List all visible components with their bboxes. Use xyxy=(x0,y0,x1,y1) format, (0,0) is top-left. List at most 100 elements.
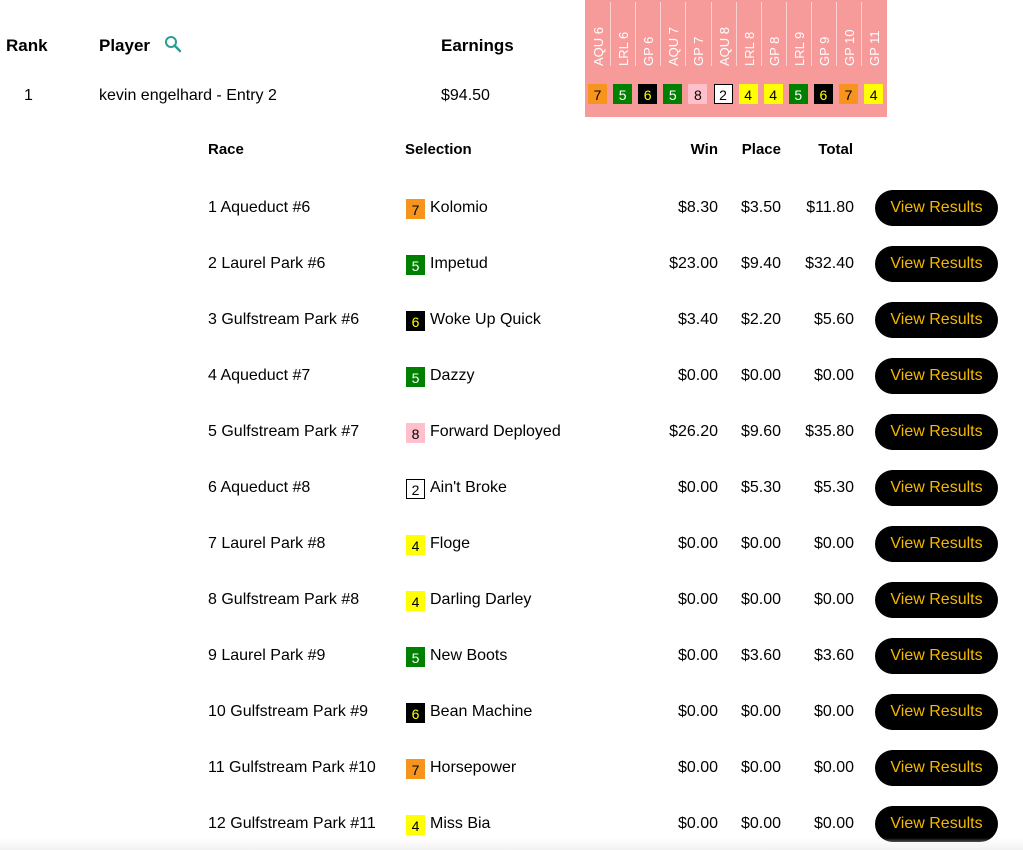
total-amount: $5.30 xyxy=(813,479,854,496)
race-column-label: LRL 6 xyxy=(616,31,632,66)
race-column-divider xyxy=(785,2,787,66)
total-amount: $0.00 xyxy=(813,367,854,384)
place-amount: $0.00 xyxy=(740,815,781,832)
race-name: 11 Gulfstream Park #10 xyxy=(208,759,376,776)
win-amount: $8.30 xyxy=(677,199,718,216)
win-amount: $0.00 xyxy=(677,535,718,552)
view-results-button[interactable]: View Results xyxy=(875,358,998,394)
race-column-label: LRL 8 xyxy=(741,31,757,66)
entry-pick-badge: 8 xyxy=(688,84,708,104)
win-amount: $0.00 xyxy=(677,647,718,664)
race-name: 3 Gulfstream Park #6 xyxy=(208,311,360,328)
earnings-header: Earnings xyxy=(441,36,514,55)
entry-pick-badge: 6 xyxy=(638,84,658,104)
win-amount: $0.00 xyxy=(677,815,718,832)
horse-name: Impetud xyxy=(430,255,488,272)
place-amount: $0.00 xyxy=(740,367,781,384)
race-column-divider xyxy=(760,2,762,66)
horse-name: Ain't Broke xyxy=(430,479,507,496)
total-amount: $0.00 xyxy=(813,759,854,776)
view-results-button[interactable]: View Results xyxy=(875,246,998,282)
race-name: 9 Laurel Park #9 xyxy=(208,647,326,664)
race-column-label: GP 6 xyxy=(641,36,657,66)
place-amount: $0.00 xyxy=(740,703,781,720)
race-column-divider xyxy=(810,2,812,66)
horse-name: Floge xyxy=(430,535,471,552)
race-column-label: AQU 6 xyxy=(591,26,606,66)
win-amount: $3.40 xyxy=(677,311,718,328)
entry-pick-badge: 7 xyxy=(588,84,607,104)
entry-rank: 1 xyxy=(24,87,33,104)
race-column-label: GP 9 xyxy=(816,36,832,66)
horse-name: Bean Machine xyxy=(430,703,533,720)
selection-column-header: Selection xyxy=(405,141,472,158)
place-amount: $3.50 xyxy=(740,199,781,216)
horse-name: Dazzy xyxy=(430,367,475,384)
saddle-number-badge: 5 xyxy=(406,255,425,275)
race-name: 1 Aqueduct #6 xyxy=(208,199,311,216)
view-results-button[interactable]: View Results xyxy=(875,694,998,730)
saddle-number-badge: 6 xyxy=(406,311,425,331)
saddle-number-badge: 2 xyxy=(406,479,425,499)
view-results-button[interactable]: View Results xyxy=(875,582,998,618)
view-results-button[interactable]: View Results xyxy=(875,638,998,674)
view-results-button[interactable]: View Results xyxy=(875,526,998,562)
place-amount: $3.60 xyxy=(740,647,781,664)
race-column-divider xyxy=(610,2,612,66)
race-name: 7 Laurel Park #8 xyxy=(208,535,326,552)
entry-pick-badge: 2 xyxy=(713,84,733,104)
entry-pick-badge: 4 xyxy=(738,84,758,104)
place-amount: $9.40 xyxy=(740,255,781,272)
race-name: 12 Gulfstream Park #11 xyxy=(208,815,376,832)
race-column-divider xyxy=(685,2,687,66)
view-results-button[interactable]: View Results xyxy=(875,470,998,506)
view-results-button[interactable]: View Results xyxy=(875,190,998,226)
entry-player-name[interactable]: kevin engelhard - Entry 2 xyxy=(99,87,277,105)
view-results-button[interactable]: View Results xyxy=(875,302,998,338)
saddle-number-badge: 4 xyxy=(406,535,425,555)
place-amount: $0.00 xyxy=(740,535,781,552)
race-column-label: GP 10 xyxy=(842,29,857,66)
race-column-label: AQU 7 xyxy=(666,26,682,66)
view-results-button[interactable]: View Results xyxy=(875,750,998,786)
saddle-number-badge: 8 xyxy=(406,423,425,443)
total-amount: $35.80 xyxy=(805,423,854,440)
win-column-header: Win xyxy=(690,141,718,158)
rank-header: Rank xyxy=(6,36,48,55)
total-amount: $0.00 xyxy=(813,591,854,608)
total-amount: $3.60 xyxy=(813,647,854,664)
saddle-number-badge: 5 xyxy=(406,647,425,667)
race-name: 6 Aqueduct #8 xyxy=(208,479,311,496)
saddle-number-badge: 7 xyxy=(406,759,425,779)
entry-pick-badge: 5 xyxy=(788,84,808,104)
view-results-button[interactable]: View Results xyxy=(875,414,998,450)
race-column-header: Race xyxy=(208,141,244,158)
entry-pick-badge: 7 xyxy=(839,84,858,104)
saddle-number-badge: 5 xyxy=(406,367,425,387)
race-column-label: GP 8 xyxy=(766,36,782,66)
horse-name: Darling Darley xyxy=(430,591,532,608)
race-column-divider xyxy=(635,2,637,66)
race-name: 2 Laurel Park #6 xyxy=(208,255,326,272)
race-column-label: GP 7 xyxy=(691,36,707,66)
race-column-label: GP 11 xyxy=(867,30,883,66)
race-name: 8 Gulfstream Park #8 xyxy=(208,591,360,608)
race-name: 10 Gulfstream Park #9 xyxy=(208,703,369,720)
win-amount: $0.00 xyxy=(677,591,718,608)
saddle-number-badge: 4 xyxy=(406,591,425,611)
search-icon[interactable] xyxy=(164,35,182,53)
entry-pick-badge: 6 xyxy=(813,84,833,104)
player-header: Player xyxy=(99,36,151,55)
race-name: 4 Aqueduct #7 xyxy=(208,367,311,384)
saddle-number-badge: 6 xyxy=(406,703,425,723)
win-amount: $26.20 xyxy=(669,423,718,440)
total-amount: $0.00 xyxy=(813,535,854,552)
win-amount: $0.00 xyxy=(677,367,718,384)
total-amount: $32.40 xyxy=(805,255,854,272)
horse-name: New Boots xyxy=(430,647,508,664)
view-results-button[interactable]: View Results xyxy=(875,806,998,842)
place-column-header: Place xyxy=(741,141,781,158)
place-amount: $0.00 xyxy=(740,591,781,608)
saddle-number-badge: 7 xyxy=(406,199,425,219)
total-amount: $11.80 xyxy=(806,199,854,216)
